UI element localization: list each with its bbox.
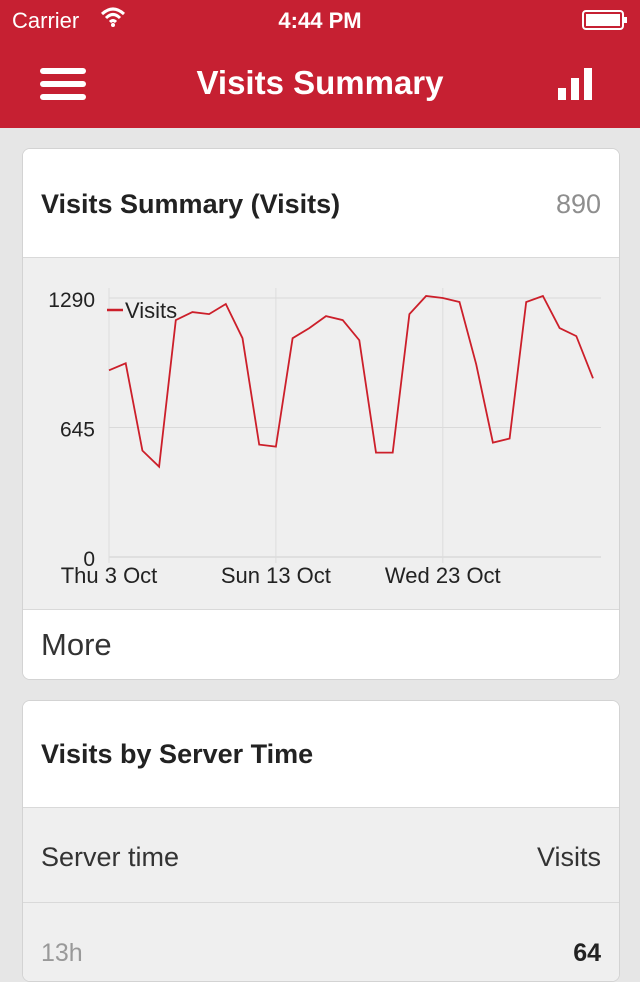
- page-title: Visits Summary: [196, 64, 444, 101]
- status-bar: Carrier 4:44 PM: [0, 0, 640, 40]
- more-button[interactable]: More: [23, 609, 619, 679]
- x-tick-label: Thu 3 Oct: [61, 563, 158, 588]
- app-header: Carrier 4:44 PM Visits Summary: [0, 0, 640, 128]
- bar-chart-icon[interactable]: [558, 64, 594, 104]
- x-tick-label: Wed 23 Oct: [385, 563, 501, 588]
- navigation-bar: Visits Summary: [0, 40, 640, 128]
- card-title: Visits by Server Time: [41, 739, 314, 769]
- server-time-card: Visits by Server Time Server time Visits…: [22, 700, 620, 982]
- x-tick-label: Sun 13 Oct: [221, 563, 331, 588]
- row-server-time: 13h: [41, 939, 83, 967]
- visits-series-line: [108, 294, 594, 469]
- y-tick-label: 1290: [48, 289, 95, 312]
- visits-summary-card: Visits Summary (Visits) 890 1290 645 0 Thu …: [22, 148, 620, 680]
- y-tick-label: 645: [60, 419, 95, 442]
- column-header-server-time: Server time: [41, 842, 180, 872]
- table-header: Server time Visits: [23, 808, 619, 903]
- visits-chart: 1290 645 0 Thu 3 Oct Sun 13 Oct Wed 23 Oct Vis…: [23, 258, 619, 609]
- status-time: 4:44 PM: [278, 8, 362, 33]
- visits-line-chart: 12906450Thu 3 Oct Sun 13 Oct Wed 23 OctVis…: [48, 288, 601, 588]
- card-header: Visits by Server Time: [23, 701, 619, 808]
- row-visits: 64: [573, 939, 601, 967]
- battery-icon: [582, 10, 627, 30]
- card-title: Visits Summary (Visits): [41, 189, 341, 219]
- legend-label: Visits: [125, 298, 177, 323]
- card-total-value: 890: [555, 189, 601, 219]
- more-label: More: [41, 627, 112, 662]
- table-row[interactable]: 13h 64: [23, 903, 619, 981]
- column-header-visits: Visits: [536, 842, 601, 872]
- card-header: Visits Summary (Visits) 890: [23, 149, 619, 258]
